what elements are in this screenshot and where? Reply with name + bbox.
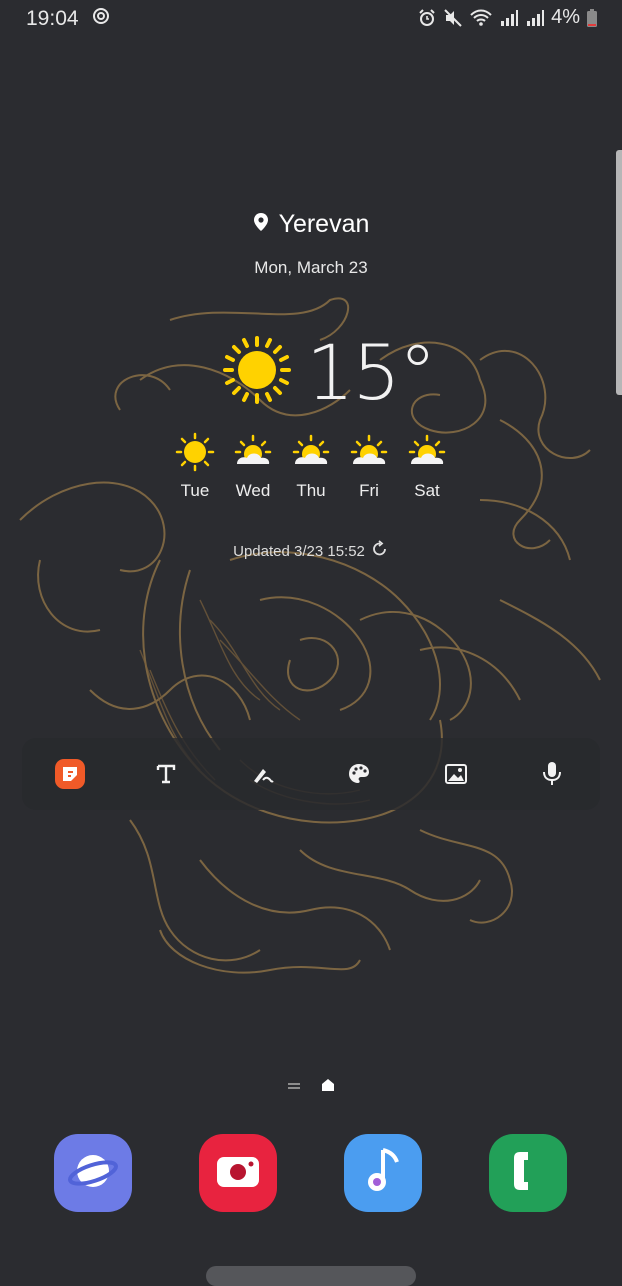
- forecast-day-label: Wed: [235, 481, 271, 500]
- partly-cloudy-icon: [349, 432, 389, 477]
- partly-cloudy-icon: [407, 432, 447, 477]
- forecast-day-label: Thu: [296, 481, 326, 500]
- status-bar: 19:04 4%: [0, 0, 622, 38]
- planet-icon: [67, 1145, 119, 1202]
- battery-level: 4%: [551, 6, 580, 28]
- page-indicator[interactable]: [0, 1078, 622, 1097]
- clock: 19:04: [26, 7, 79, 30]
- signal-icon: [525, 8, 545, 28]
- partly-cloudy-icon: [291, 432, 331, 477]
- signal-icon: [499, 8, 519, 28]
- battery-icon: [586, 8, 598, 28]
- forecast-day: Tue: [166, 432, 224, 501]
- mute-icon: [443, 8, 463, 28]
- phone-icon: [508, 1148, 548, 1199]
- forecast-day-label: Fri: [359, 481, 379, 500]
- location-pin-icon: [253, 210, 269, 239]
- home-icon: [321, 1078, 335, 1097]
- camera-app[interactable]: [199, 1134, 277, 1212]
- app-dock: [0, 1134, 622, 1214]
- phone-app[interactable]: [489, 1134, 567, 1212]
- microphone-icon[interactable]: [534, 756, 570, 792]
- palette-icon[interactable]: [341, 756, 377, 792]
- image-icon[interactable]: [438, 756, 474, 792]
- music-app[interactable]: [344, 1134, 422, 1212]
- forecast-day-label: Tue: [180, 481, 210, 500]
- weather-updated: Updated 3/23 15:52: [0, 540, 622, 562]
- forecast-day: Thu: [282, 432, 340, 501]
- current-weather: 15°: [222, 328, 437, 417]
- refresh-icon[interactable]: [371, 540, 389, 562]
- updated-text: Updated 3/23 15:52: [233, 542, 365, 560]
- pen-icon[interactable]: [245, 756, 281, 792]
- location-name: Yerevan: [278, 210, 370, 238]
- menu-icon: [287, 1079, 301, 1097]
- sync-icon: [91, 6, 111, 32]
- weather-date: Mon, March 23: [254, 258, 368, 277]
- partly-cloudy-icon: [233, 432, 273, 477]
- navigation-handle[interactable]: [206, 1266, 416, 1286]
- text-icon[interactable]: [148, 756, 184, 792]
- forecast-day-label: Sat: [414, 481, 440, 500]
- sun-icon: [175, 432, 215, 477]
- forecast: Tue Wed Thu Fri Sat: [166, 432, 456, 501]
- sun-icon: [222, 335, 292, 410]
- camera-icon: [213, 1149, 263, 1198]
- internet-browser-app[interactable]: [54, 1134, 132, 1212]
- forecast-day: Fri: [340, 432, 398, 501]
- notes-toolbar: [22, 738, 600, 810]
- music-note-icon: [361, 1146, 405, 1201]
- forecast-day: Wed: [224, 432, 282, 501]
- sticky-note-icon[interactable]: [52, 756, 88, 792]
- temperature: 15°: [306, 328, 437, 417]
- wifi-icon: [469, 8, 493, 28]
- forecast-day: Sat: [398, 432, 456, 501]
- location[interactable]: Yerevan: [0, 210, 622, 239]
- alarm-icon: [417, 8, 437, 28]
